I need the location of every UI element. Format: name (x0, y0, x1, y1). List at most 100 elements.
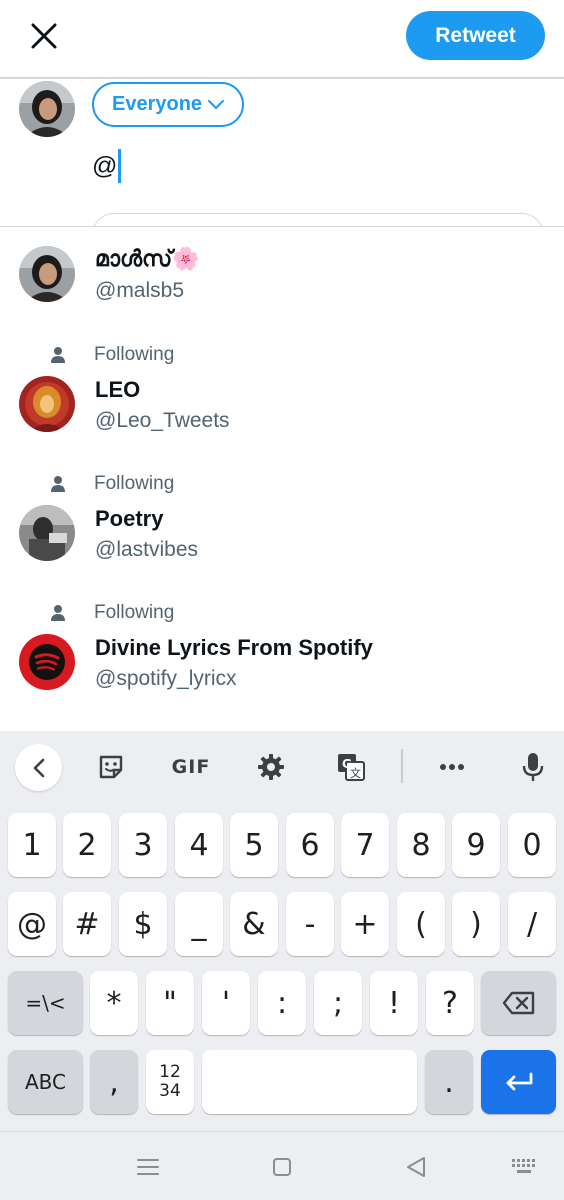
home-square-icon (273, 1158, 291, 1176)
suggestion-item[interactable]: Following LEO @Leo_Tweets (0, 340, 564, 468)
recent-apps-button[interactable] (128, 1152, 168, 1182)
key-9[interactable]: 9 (452, 813, 500, 877)
space-key[interactable] (202, 1050, 417, 1114)
following-indicator: Following (50, 344, 174, 365)
voice-input-button[interactable] (509, 745, 557, 789)
settings-gear-icon (258, 754, 284, 780)
toolbar-divider (401, 749, 403, 783)
key-hash[interactable]: # (63, 892, 111, 956)
following-indicator: Following (50, 602, 174, 623)
audience-label: Everyone (112, 93, 203, 115)
keyboard-toolbar: GIF G 文 (0, 731, 564, 803)
key-slash[interactable]: / (508, 892, 556, 956)
key-underscore[interactable]: _ (175, 892, 223, 956)
backspace-key[interactable] (481, 971, 556, 1035)
key-abc[interactable]: ABC (8, 1050, 83, 1114)
person-icon (51, 605, 65, 621)
avatar (19, 246, 75, 302)
suggestion-name: LEO (95, 377, 141, 402)
key-8[interactable]: 8 (397, 813, 445, 877)
close-button[interactable] (24, 16, 64, 56)
key-semicolon[interactable]: ; (314, 971, 362, 1035)
numpad-bottom-label: 34 (159, 1081, 181, 1101)
key-colon[interactable]: : (258, 971, 306, 1035)
translate-icon: G 文 (338, 754, 365, 781)
close-icon (31, 23, 57, 49)
key-open-paren[interactable]: ( (397, 892, 445, 956)
avatar (19, 505, 75, 561)
person-icon (51, 347, 65, 363)
key-close-paren[interactable]: ) (452, 892, 500, 956)
key-numpad[interactable]: 12 34 (146, 1050, 194, 1114)
key-minus[interactable]: - (286, 892, 334, 956)
suggestion-item[interactable]: Following Poetry @lastvibes (0, 469, 564, 597)
suggestion-handle: @lastvibes (95, 538, 199, 561)
suggestion-name: മാൾസ്🌸 (95, 246, 200, 271)
suggestion-name: Poetry (95, 506, 164, 531)
enter-key[interactable] (481, 1050, 556, 1114)
key-ampersand[interactable]: & (230, 892, 278, 956)
key-7[interactable]: 7 (341, 813, 389, 877)
text-cursor (118, 149, 122, 183)
settings-button[interactable] (247, 745, 295, 789)
svg-text:文: 文 (350, 766, 361, 780)
more-icon (440, 764, 464, 770)
suggestion-handle: @spotify_lyricx (95, 667, 237, 690)
key-single-quote[interactable]: ' (202, 971, 250, 1035)
keyboard-switch-button[interactable] (504, 1152, 544, 1182)
person-icon (51, 476, 65, 492)
key-5[interactable]: 5 (230, 813, 278, 877)
menu-lines-icon (137, 1159, 159, 1175)
more-button[interactable] (428, 745, 476, 789)
enter-arrow-icon (506, 1072, 532, 1091)
key-exclamation[interactable]: ! (370, 971, 418, 1035)
keyboard: GIF G 文 1 2 3 4 5 6 7 8 9 0 @ # $ _ & - … (0, 731, 564, 1131)
key-period[interactable]: . (425, 1050, 473, 1114)
key-0[interactable]: 0 (508, 813, 556, 877)
keyboard-icon (512, 1159, 535, 1173)
key-double-quote[interactable]: " (146, 971, 194, 1035)
sticker-button[interactable] (87, 745, 135, 789)
key-asterisk[interactable]: * (90, 971, 138, 1035)
home-button[interactable] (262, 1152, 302, 1182)
key-comma[interactable]: , (90, 1050, 138, 1114)
following-label: Following (94, 602, 175, 623)
avatar (19, 634, 75, 690)
back-chevron-icon (33, 758, 44, 777)
audience-selector[interactable]: Everyone (92, 82, 245, 127)
compose-input[interactable]: @ (92, 149, 122, 183)
gif-button[interactable]: GIF (167, 745, 215, 789)
key-plus[interactable]: + (341, 892, 389, 956)
suggestion-handle: @Leo_Tweets (95, 409, 230, 432)
back-button[interactable] (396, 1152, 436, 1182)
key-3[interactable]: 3 (119, 813, 167, 877)
suggestion-item[interactable]: Following Divine Lyrics From Spotify @sp… (0, 598, 564, 726)
key-dollar[interactable]: $ (119, 892, 167, 956)
avatar[interactable] (19, 81, 75, 137)
key-6[interactable]: 6 (286, 813, 334, 877)
spotify-icon (19, 634, 75, 690)
retweet-button[interactable]: Retweet (406, 11, 545, 60)
compose-text-value: @ (92, 151, 118, 180)
backspace-icon (502, 991, 534, 1015)
key-1[interactable]: 1 (8, 813, 56, 877)
keyboard-back-button[interactable] (15, 744, 62, 791)
key-question[interactable]: ? (426, 971, 474, 1035)
microphone-icon (522, 753, 544, 781)
system-nav-bar (0, 1131, 564, 1200)
key-4[interactable]: 4 (175, 813, 223, 877)
composer: Everyone @ (0, 81, 564, 227)
key-2[interactable]: 2 (63, 813, 111, 877)
chevron-down-icon (208, 99, 225, 109)
sticker-icon (99, 755, 123, 779)
avatar (19, 376, 75, 432)
suggestion-name: Divine Lyrics From Spotify (95, 635, 373, 660)
following-indicator: Following (50, 473, 174, 494)
translate-button[interactable]: G 文 (327, 745, 375, 789)
numpad-top-label: 12 (159, 1062, 181, 1082)
gif-icon: GIF (171, 756, 211, 778)
key-more-symbols[interactable]: =\< (8, 971, 83, 1035)
back-triangle-icon (407, 1157, 425, 1177)
key-at[interactable]: @ (8, 892, 56, 956)
suggestion-item[interactable]: മാൾസ്🌸 @malsb5 (0, 228, 564, 338)
